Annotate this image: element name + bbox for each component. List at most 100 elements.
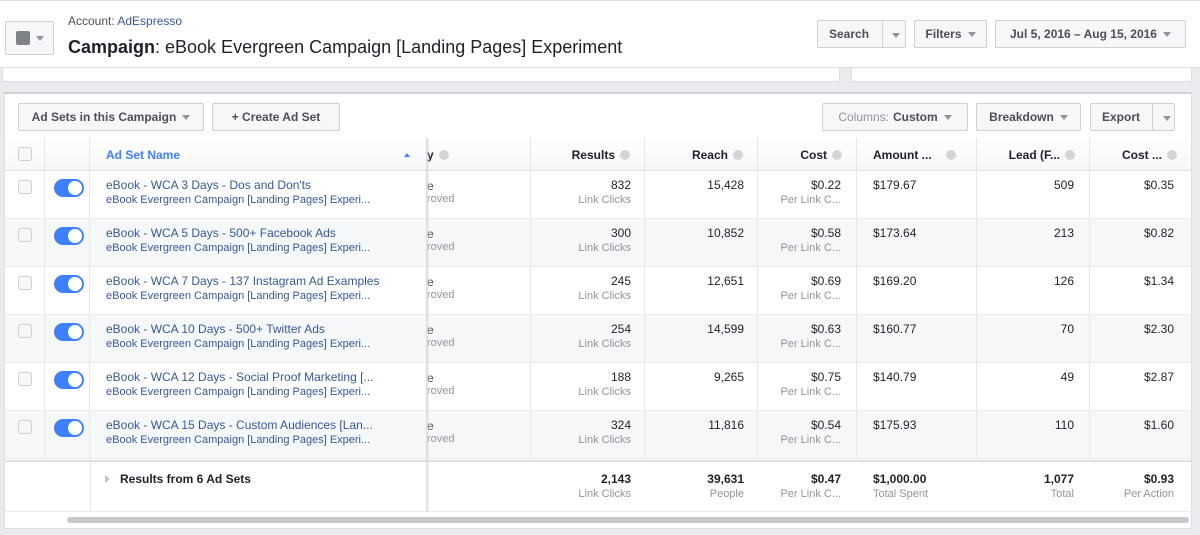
columns-dropdown[interactable]: Columns: Custom xyxy=(822,103,968,131)
ad-set-name[interactable]: eBook - WCA 15 Days - Custom Audiences [… xyxy=(106,418,373,446)
view-menu-button[interactable] xyxy=(5,21,54,55)
column-header-delivery[interactable]: y xyxy=(427,138,531,171)
reach-cell: 12,651 xyxy=(645,274,744,288)
cost-cell: $0.63 Per Link C... xyxy=(758,322,841,350)
totals-reach-value: 39,631 xyxy=(707,472,744,486)
filters-button[interactable]: Filters xyxy=(914,20,987,48)
ad-set-name[interactable]: eBook - WCA 3 Days - Dos and Don'ts eBook… xyxy=(106,178,370,206)
divider xyxy=(856,171,857,218)
campaign-name: eBook Evergreen Campaign [Landing Pages]… xyxy=(106,242,371,254)
ad-set-toggle[interactable] xyxy=(54,179,84,197)
row-checkbox[interactable] xyxy=(18,228,32,242)
column-header-ad-set-name[interactable]: Ad Set Name xyxy=(90,138,427,171)
table-header: Ad Set Name y Results Reach Cost Amount … xyxy=(5,138,1191,171)
ad-set-name-link[interactable]: eBook - WCA 12 Days - Social Proof Marke… xyxy=(106,370,373,384)
reach-cell: 11,816 xyxy=(645,418,744,432)
divider xyxy=(89,315,90,362)
create-ad-set-button[interactable]: + Create Ad Set xyxy=(212,103,340,131)
select-all-checkbox[interactable] xyxy=(18,147,32,161)
cost-per-lead-value: $0.35 xyxy=(1143,178,1174,192)
table-row[interactable]: eBook - WCA 7 Days - 137 Instagram Ad Ex… xyxy=(5,267,1191,315)
date-range-picker[interactable]: Jul 5, 2016 – Aug 15, 2016 xyxy=(995,20,1186,48)
ad-set-toggle[interactable] xyxy=(54,419,84,437)
column-header-reach[interactable]: Reach xyxy=(645,138,758,171)
divider xyxy=(856,411,857,458)
ad-set-toggle[interactable] xyxy=(54,227,84,245)
results-value: 254 xyxy=(610,322,631,336)
results-cell: 300 Link Clicks xyxy=(531,226,631,254)
ad-set-name[interactable]: eBook - WCA 12 Days - Social Proof Marke… xyxy=(106,370,373,398)
amount-spent-cell: $173.64 xyxy=(873,226,973,240)
table-row[interactable]: eBook - WCA 10 Days - 500+ Twitter Ads eB… xyxy=(5,315,1191,363)
row-checkbox[interactable] xyxy=(18,180,32,194)
column-header-results[interactable]: Results xyxy=(531,138,645,171)
table-row[interactable]: eBook - WCA 3 Days - Dos and Don'ts eBook… xyxy=(5,171,1191,219)
results-cell: 245 Link Clicks xyxy=(531,274,631,302)
totals-row: Results from 6 Ad Sets 2,143 Link Clicks … xyxy=(5,460,1191,512)
horizontal-scrollbar[interactable] xyxy=(67,517,1189,523)
totals-reach-sub: People xyxy=(709,488,744,500)
amount-spent-cell: $169.20 xyxy=(873,274,973,288)
reach-cell: 9,265 xyxy=(645,370,744,384)
breakdown-dropdown[interactable]: Breakdown xyxy=(976,103,1081,131)
totals-amount: $1,000.00 Total Spent xyxy=(873,472,973,500)
ad-set-name-link[interactable]: eBook - WCA 5 Days - 500+ Facebook Ads xyxy=(106,226,336,240)
cost-per-lead-cell: $0.82 xyxy=(1090,226,1174,240)
totals-lead: 1,077 Total xyxy=(977,472,1074,500)
lead-cell: 126 xyxy=(977,274,1074,288)
delivery-status: e roved xyxy=(427,275,455,301)
ad-set-name[interactable]: eBook - WCA 10 Days - 500+ Twitter Ads eB… xyxy=(106,322,370,350)
table-row[interactable]: eBook - WCA 15 Days - Custom Audiences [… xyxy=(5,411,1191,459)
column-header-cost-per-lead[interactable]: Cost ... xyxy=(1090,138,1191,171)
ad-set-name[interactable]: eBook - WCA 7 Days - 137 Instagram Ad Ex… xyxy=(106,274,379,302)
search-dropdown-icon[interactable] xyxy=(892,33,900,38)
table-row[interactable]: eBook - WCA 12 Days - Social Proof Marke… xyxy=(5,363,1191,411)
cost-cell: $0.69 Per Link C... xyxy=(758,274,841,302)
reach-value: 15,428 xyxy=(707,178,744,192)
column-header-amount-spent[interactable]: Amount ... xyxy=(857,138,977,171)
row-checkbox[interactable] xyxy=(18,372,32,386)
row-checkbox[interactable] xyxy=(18,276,32,290)
table-row[interactable]: eBook - WCA 5 Days - 500+ Facebook Ads eB… xyxy=(5,219,1191,267)
cost-per-lead-value: $2.87 xyxy=(1143,370,1174,384)
chevron-down-icon xyxy=(943,114,952,120)
cost-cell: $0.22 Per Link C... xyxy=(758,178,841,206)
ad-set-name[interactable]: eBook - WCA 5 Days - 500+ Facebook Ads eB… xyxy=(106,226,370,254)
totals-label[interactable]: Results from 6 Ad Sets xyxy=(105,472,251,486)
export-button[interactable]: Export xyxy=(1090,103,1175,131)
row-checkbox[interactable] xyxy=(18,420,32,434)
results-value: 188 xyxy=(610,370,631,384)
cost-value: $0.69 xyxy=(810,274,841,288)
delivery-status-text: roved xyxy=(427,241,455,253)
amount-value: $169.20 xyxy=(873,274,917,288)
ad-set-name-link[interactable]: eBook - WCA 3 Days - Dos and Don'ts xyxy=(106,178,311,192)
row-checkbox[interactable] xyxy=(18,324,32,338)
column-header-lead[interactable]: Lead (F... xyxy=(977,138,1090,171)
column-header-cost[interactable]: Cost xyxy=(758,138,857,171)
totals-results-value: 2,143 xyxy=(600,472,631,486)
divider xyxy=(44,219,45,266)
info-icon xyxy=(832,149,842,160)
divider xyxy=(89,267,90,314)
ad-set-toggle[interactable] xyxy=(54,275,84,293)
ad-set-toggle[interactable] xyxy=(54,371,84,389)
cost-per-lead-cell: $2.87 xyxy=(1090,370,1174,384)
ad-set-name-link[interactable]: eBook - WCA 15 Days - Custom Audiences [… xyxy=(106,418,373,432)
ad-set-toggle[interactable] xyxy=(54,323,84,341)
lead-value: 49 xyxy=(1060,370,1074,384)
export-dropdown-icon[interactable] xyxy=(1163,116,1171,121)
account-link[interactable]: AdEspresso xyxy=(117,14,182,28)
reach-cell: 14,599 xyxy=(645,322,744,336)
level-selector-dropdown[interactable]: Ad Sets in this Campaign xyxy=(18,103,204,131)
amount-value: $140.79 xyxy=(873,370,917,384)
ad-sets-table-panel: Ad Sets in this Campaign + Create Ad Set… xyxy=(4,92,1192,529)
delivery-status: e roved xyxy=(427,323,455,349)
ad-set-name-link[interactable]: eBook - WCA 7 Days - 137 Instagram Ad Ex… xyxy=(106,274,379,288)
divider xyxy=(44,363,45,410)
cost-sub: Per Link C... xyxy=(780,242,841,254)
delivery-status-top: e xyxy=(427,323,434,337)
cost-cell: $0.54 Per Link C... xyxy=(758,418,841,446)
reach-value: 12,651 xyxy=(707,274,744,288)
search-button[interactable]: Search xyxy=(817,20,906,48)
ad-set-name-link[interactable]: eBook - WCA 10 Days - 500+ Twitter Ads xyxy=(106,322,325,336)
